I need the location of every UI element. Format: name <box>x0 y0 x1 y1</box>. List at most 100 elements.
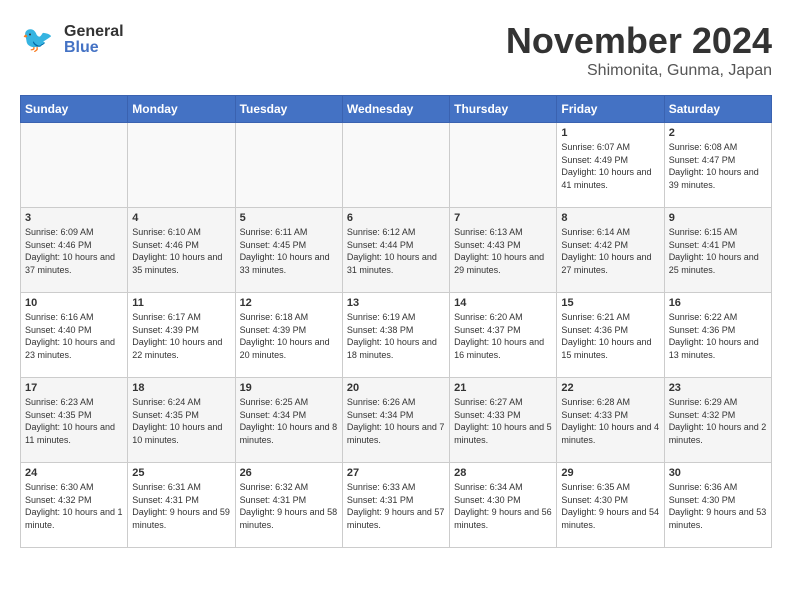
day-details: Sunrise: 6:09 AM Sunset: 4:46 PM Dayligh… <box>25 226 123 276</box>
calendar-cell: 28Sunrise: 6:34 AM Sunset: 4:30 PM Dayli… <box>450 463 557 548</box>
day-details: Sunrise: 6:17 AM Sunset: 4:39 PM Dayligh… <box>132 311 230 361</box>
calendar-cell: 21Sunrise: 6:27 AM Sunset: 4:33 PM Dayli… <box>450 378 557 463</box>
calendar-cell: 23Sunrise: 6:29 AM Sunset: 4:32 PM Dayli… <box>664 378 771 463</box>
day-header-tuesday: Tuesday <box>235 96 342 123</box>
day-number: 24 <box>25 467 123 479</box>
day-number: 6 <box>347 212 445 224</box>
day-number: 19 <box>240 382 338 394</box>
day-details: Sunrise: 6:11 AM Sunset: 4:45 PM Dayligh… <box>240 226 338 276</box>
day-number: 30 <box>669 467 767 479</box>
day-number: 12 <box>240 297 338 309</box>
calendar-cell: 5 Sunrise: 6:11 AM Sunset: 4:45 PM Daylig… <box>235 208 342 293</box>
day-details: Sunrise: 6:28 AM Sunset: 4:33 PM Dayligh… <box>561 396 659 446</box>
calendar-cell: 18 Sunrise: 6:24 AM Sunset: 4:35 PM Dayli… <box>128 378 235 463</box>
day-number: 14 <box>454 297 552 309</box>
page-container: 🐦 General Blue November 2024 Shimonita, … <box>0 0 792 558</box>
calendar-cell <box>450 123 557 208</box>
day-details: Sunrise: 6:35 AM Sunset: 4:30 PM Dayligh… <box>561 481 659 531</box>
day-number: 8 <box>561 212 659 224</box>
calendar-week-3: 10 Sunrise: 6:16 AM Sunset: 4:40 PM Dayli… <box>21 293 772 378</box>
day-details: Sunrise: 6:15 AM Sunset: 4:41 PM Dayligh… <box>669 226 767 276</box>
day-number: 20 <box>347 382 445 394</box>
day-header-thursday: Thursday <box>450 96 557 123</box>
day-number: 17 <box>25 382 123 394</box>
day-header-saturday: Saturday <box>664 96 771 123</box>
calendar-cell: 20 Sunrise: 6:26 AM Sunset: 4:34 PM Dayli… <box>342 378 449 463</box>
day-details: Sunrise: 6:27 AM Sunset: 4:33 PM Dayligh… <box>454 396 552 446</box>
day-number: 26 <box>240 467 338 479</box>
day-details: Sunrise: 6:14 AM Sunset: 4:42 PM Dayligh… <box>561 226 659 276</box>
calendar-cell: 17 Sunrise: 6:23 AM Sunset: 4:35 PM Dayli… <box>21 378 128 463</box>
day-number: 25 <box>132 467 230 479</box>
calendar-cell: 4 Sunrise: 6:10 AM Sunset: 4:46 PM Daylig… <box>128 208 235 293</box>
calendar-cell <box>342 123 449 208</box>
day-details: Sunrise: 6:22 AM Sunset: 4:36 PM Dayligh… <box>669 311 767 361</box>
day-number: 5 <box>240 212 338 224</box>
calendar-cell: 24Sunrise: 6:30 AM Sunset: 4:32 PM Dayli… <box>21 463 128 548</box>
day-header-monday: Monday <box>128 96 235 123</box>
day-number: 10 <box>25 297 123 309</box>
calendar-cell: 22 Sunrise: 6:28 AM Sunset: 4:33 PM Dayli… <box>557 378 664 463</box>
calendar-cell: 1 Sunrise: 6:07 AM Sunset: 4:49 PM Daylig… <box>557 123 664 208</box>
day-details: Sunrise: 6:10 AM Sunset: 4:46 PM Dayligh… <box>132 226 230 276</box>
day-number: 18 <box>132 382 230 394</box>
calendar-week-4: 17 Sunrise: 6:23 AM Sunset: 4:35 PM Dayli… <box>21 378 772 463</box>
day-details: Sunrise: 6:18 AM Sunset: 4:39 PM Dayligh… <box>240 311 338 361</box>
day-number: 23 <box>669 382 767 394</box>
calendar-cell: 3 Sunrise: 6:09 AM Sunset: 4:46 PM Daylig… <box>21 208 128 293</box>
day-details: Sunrise: 6:23 AM Sunset: 4:35 PM Dayligh… <box>25 396 123 446</box>
calendar-cell <box>21 123 128 208</box>
calendar-cell: 11 Sunrise: 6:17 AM Sunset: 4:39 PM Dayli… <box>128 293 235 378</box>
day-details: Sunrise: 6:31 AM Sunset: 4:31 PM Dayligh… <box>132 481 230 531</box>
day-header-friday: Friday <box>557 96 664 123</box>
day-number: 4 <box>132 212 230 224</box>
calendar-body: 1 Sunrise: 6:07 AM Sunset: 4:49 PM Daylig… <box>21 123 772 548</box>
day-number: 9 <box>669 212 767 224</box>
day-details: Sunrise: 6:24 AM Sunset: 4:35 PM Dayligh… <box>132 396 230 446</box>
calendar-cell: 26 Sunrise: 6:32 AM Sunset: 4:31 PM Dayli… <box>235 463 342 548</box>
calendar-header: SundayMondayTuesdayWednesdayThursdayFrid… <box>21 96 772 123</box>
day-details: Sunrise: 6:07 AM Sunset: 4:49 PM Dayligh… <box>561 141 659 191</box>
day-number: 3 <box>25 212 123 224</box>
calendar-table: SundayMondayTuesdayWednesdayThursdayFrid… <box>20 95 772 548</box>
calendar-cell: 13Sunrise: 6:19 AM Sunset: 4:38 PM Dayli… <box>342 293 449 378</box>
calendar-cell: 2 Sunrise: 6:08 AM Sunset: 4:47 PM Daylig… <box>664 123 771 208</box>
day-details: Sunrise: 6:36 AM Sunset: 4:30 PM Dayligh… <box>669 481 767 531</box>
day-details: Sunrise: 6:26 AM Sunset: 4:34 PM Dayligh… <box>347 396 445 446</box>
day-details: Sunrise: 6:08 AM Sunset: 4:47 PM Dayligh… <box>669 141 767 191</box>
logo-bird-icon: 🐦 <box>20 20 60 60</box>
calendar-cell: 14 Sunrise: 6:20 AM Sunset: 4:37 PM Dayli… <box>450 293 557 378</box>
day-number: 16 <box>669 297 767 309</box>
calendar-cell: 6Sunrise: 6:12 AM Sunset: 4:44 PM Daylig… <box>342 208 449 293</box>
calendar-cell: 30 Sunrise: 6:36 AM Sunset: 4:30 PM Dayli… <box>664 463 771 548</box>
day-details: Sunrise: 6:16 AM Sunset: 4:40 PM Dayligh… <box>25 311 123 361</box>
day-details: Sunrise: 6:20 AM Sunset: 4:37 PM Dayligh… <box>454 311 552 361</box>
day-header-wednesday: Wednesday <box>342 96 449 123</box>
logo-general-text: General <box>64 24 124 40</box>
calendar-cell: 27Sunrise: 6:33 AM Sunset: 4:31 PM Dayli… <box>342 463 449 548</box>
calendar-cell: 25 Sunrise: 6:31 AM Sunset: 4:31 PM Dayli… <box>128 463 235 548</box>
logo: 🐦 General Blue <box>20 20 124 60</box>
day-number: 1 <box>561 127 659 139</box>
day-number: 27 <box>347 467 445 479</box>
calendar-week-5: 24Sunrise: 6:30 AM Sunset: 4:32 PM Dayli… <box>21 463 772 548</box>
calendar-week-2: 3 Sunrise: 6:09 AM Sunset: 4:46 PM Daylig… <box>21 208 772 293</box>
day-details: Sunrise: 6:21 AM Sunset: 4:36 PM Dayligh… <box>561 311 659 361</box>
calendar-cell: 12 Sunrise: 6:18 AM Sunset: 4:39 PM Dayli… <box>235 293 342 378</box>
calendar-title: November 2024 <box>506 20 772 62</box>
day-number: 15 <box>561 297 659 309</box>
day-details: Sunrise: 6:32 AM Sunset: 4:31 PM Dayligh… <box>240 481 338 531</box>
title-block: November 2024 Shimonita, Gunma, Japan <box>506 20 772 80</box>
day-number: 22 <box>561 382 659 394</box>
day-number: 11 <box>132 297 230 309</box>
svg-text:🐦: 🐦 <box>22 26 54 54</box>
calendar-cell: 10 Sunrise: 6:16 AM Sunset: 4:40 PM Dayli… <box>21 293 128 378</box>
calendar-cell <box>235 123 342 208</box>
day-details: Sunrise: 6:25 AM Sunset: 4:34 PM Dayligh… <box>240 396 338 446</box>
calendar-cell: 8 Sunrise: 6:14 AM Sunset: 4:42 PM Daylig… <box>557 208 664 293</box>
days-header-row: SundayMondayTuesdayWednesdayThursdayFrid… <box>21 96 772 123</box>
calendar-week-1: 1 Sunrise: 6:07 AM Sunset: 4:49 PM Daylig… <box>21 123 772 208</box>
calendar-cell: 15 Sunrise: 6:21 AM Sunset: 4:36 PM Dayli… <box>557 293 664 378</box>
day-number: 2 <box>669 127 767 139</box>
day-details: Sunrise: 6:19 AM Sunset: 4:38 PM Dayligh… <box>347 311 445 361</box>
